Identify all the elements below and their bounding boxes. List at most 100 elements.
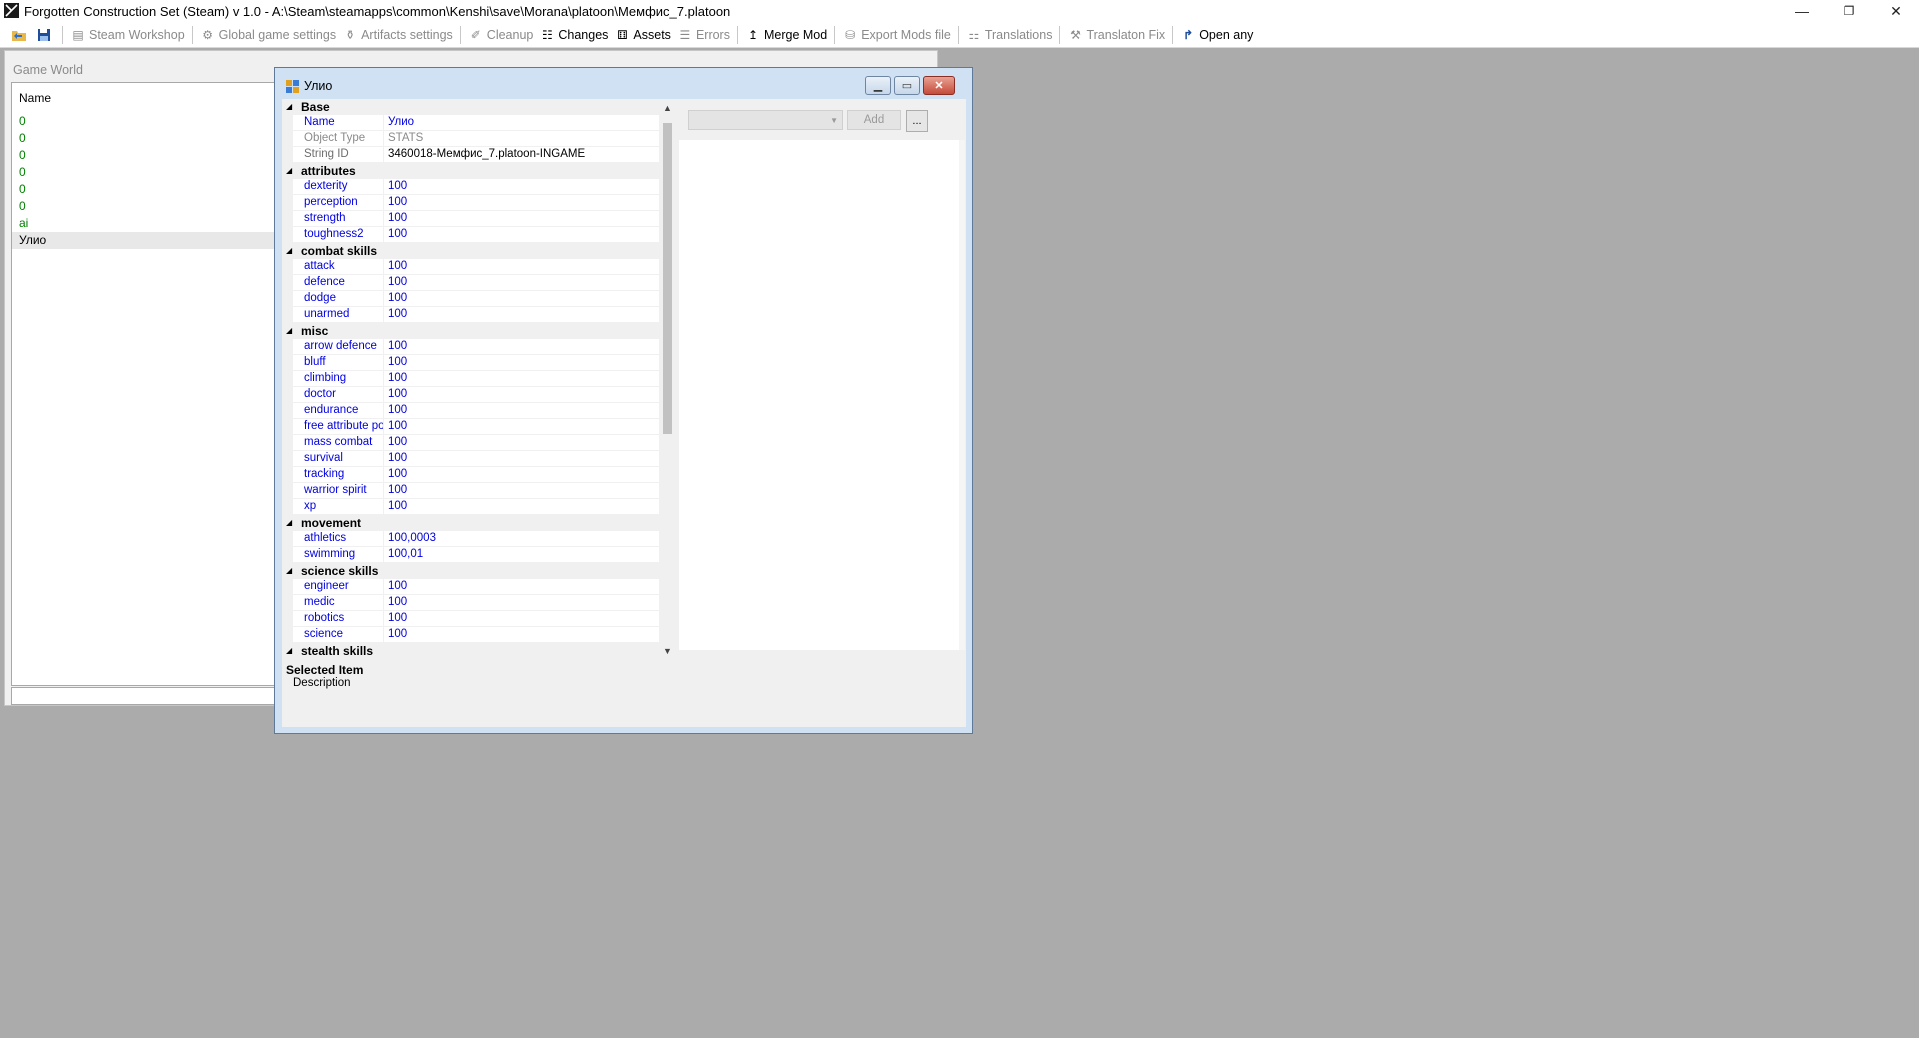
property-grid-scrollbar[interactable]: ▲ ▼ [659,99,676,659]
property-row[interactable]: mass combat 100 [282,435,659,451]
property-row[interactable]: science 100 [282,627,659,643]
list-item-selected[interactable]: Улио [12,232,274,249]
property-value[interactable]: 100 [383,355,659,370]
collapse-triangle-icon[interactable]: ◢ [286,243,292,259]
property-value[interactable]: 100 [383,211,659,226]
property-row[interactable]: swimming 100,01 [282,547,659,563]
property-value[interactable]: 100 [383,595,659,610]
name-column-header[interactable]: Name [12,83,274,113]
property-row[interactable]: tracking 100 [282,467,659,483]
steam-workshop-button[interactable]: ▤ Steam Workshop [67,24,188,46]
property-row[interactable]: attack 100 [282,259,659,275]
property-value[interactable]: 100 [383,627,659,642]
property-value[interactable]: 100 [383,371,659,386]
minimize-button[interactable]: — [1779,0,1825,22]
collapse-triangle-icon[interactable]: ◢ [286,643,292,659]
property-value[interactable]: 100 [383,403,659,418]
cleanup-button[interactable]: ✐ Cleanup [465,24,537,46]
property-value[interactable]: 100 [383,275,659,290]
property-row[interactable]: defence 100 [282,275,659,291]
property-row[interactable]: endurance 100 [282,403,659,419]
property-value[interactable]: 100 [383,291,659,306]
property-row[interactable]: medic 100 [282,595,659,611]
property-grid[interactable]: ◢ Base Name Улио Object Type STATS String ID 34… [282,99,659,659]
merge-mod-button[interactable]: ↥ Merge Mod [742,24,830,46]
dialog-close-button[interactable]: ✕ [923,76,955,95]
category-header[interactable]: ◢ attributes [282,163,659,179]
collapse-triangle-icon[interactable]: ◢ [286,563,292,579]
game-world-filter-field[interactable] [11,687,275,705]
list-item[interactable]: 0 [12,113,274,130]
property-value[interactable]: 100 [383,195,659,210]
category-header[interactable]: ◢ combat skills [282,243,659,259]
property-value[interactable]: 100 [383,483,659,498]
property-row[interactable]: Object Type STATS [282,131,659,147]
property-row[interactable]: arrow defence 100 [282,339,659,355]
artifacts-settings-button[interactable]: ⚱ Artifacts settings [339,24,456,46]
assets-button[interactable]: ⚅ Assets [611,24,674,46]
category-header[interactable]: ◢ movement [282,515,659,531]
list-item[interactable]: 0 [12,147,274,164]
category-header[interactable]: ◢ Base [282,99,659,115]
collapse-triangle-icon[interactable]: ◢ [286,515,292,531]
collapse-triangle-icon[interactable]: ◢ [286,163,292,179]
property-value[interactable]: STATS [383,131,659,146]
translations-button[interactable]: ⚏ Translations [963,24,1056,46]
property-row[interactable]: robotics 100 [282,611,659,627]
scroll-up-icon[interactable]: ▲ [659,99,676,116]
collapse-triangle-icon[interactable]: ◢ [286,99,292,115]
property-value[interactable]: 3460018-Мемфис_7.platoon-INGAME [383,147,659,162]
list-item[interactable]: ai [12,215,274,232]
property-value[interactable]: 100,01 [383,547,659,562]
category-header[interactable]: ◢ misc [282,323,659,339]
property-row[interactable]: doctor 100 [282,387,659,403]
changes-button[interactable]: ☷ Changes [536,24,611,46]
close-button[interactable]: ✕ [1873,0,1919,22]
global-game-settings-button[interactable]: ⚙ Global game settings [197,24,339,46]
property-row[interactable]: athletics 100,0003 [282,531,659,547]
dialog-minimize-button[interactable]: ▁ [865,76,891,95]
restore-button[interactable]: ❐ [1826,0,1872,22]
property-value[interactable]: 100 [383,451,659,466]
property-row[interactable]: strength 100 [282,211,659,227]
property-value[interactable]: 100 [383,179,659,194]
add-button[interactable]: Add [847,110,901,130]
property-row[interactable]: String ID 3460018-Мемфис_7.platoon-INGAME [282,147,659,163]
property-row[interactable]: dexterity 100 [282,179,659,195]
game-world-list[interactable]: Name 0 0 0 0 0 0 ai Улио [11,82,275,686]
errors-button[interactable]: ☰ Errors [674,24,733,46]
property-value[interactable]: 100 [383,387,659,402]
open-any-button[interactable]: ↱ Open any [1177,24,1256,46]
list-item[interactable]: 0 [12,181,274,198]
property-value[interactable]: 100 [383,499,659,514]
browse-button[interactable]: ... [906,110,928,132]
scroll-thumb[interactable] [663,123,672,434]
dialog-maximize-button[interactable]: ▭ [894,76,920,95]
property-value[interactable]: 100 [383,307,659,322]
property-row[interactable]: toughness2 100 [282,227,659,243]
property-value[interactable]: 100 [383,435,659,450]
property-value[interactable]: 100 [383,259,659,274]
property-row[interactable]: perception 100 [282,195,659,211]
references-scrollbar[interactable] [959,140,965,650]
list-item[interactable]: 0 [12,198,274,215]
property-value[interactable]: 100,0003 [383,531,659,546]
scroll-down-icon[interactable]: ▼ [659,642,676,659]
property-row[interactable]: climbing 100 [282,371,659,387]
property-value[interactable]: 100 [383,339,659,354]
export-mods-file-button[interactable]: ⛁ Export Mods file [839,24,954,46]
property-row[interactable]: warrior spirit 100 [282,483,659,499]
property-value[interactable]: 100 [383,419,659,434]
property-value[interactable]: 100 [383,227,659,242]
list-item[interactable]: 0 [12,130,274,147]
property-row[interactable]: Name Улио [282,115,659,131]
category-header[interactable]: ◢ stealth skills [282,643,659,659]
property-value[interactable]: 100 [383,467,659,482]
category-header[interactable]: ◢ science skills [282,563,659,579]
property-value[interactable]: 100 [383,579,659,594]
property-row[interactable]: free attribute points100 [282,419,659,435]
collapse-triangle-icon[interactable]: ◢ [286,323,292,339]
reference-type-dropdown[interactable]: ▼ [688,110,843,130]
save-button[interactable] [33,24,58,46]
open-button[interactable] [8,24,33,46]
